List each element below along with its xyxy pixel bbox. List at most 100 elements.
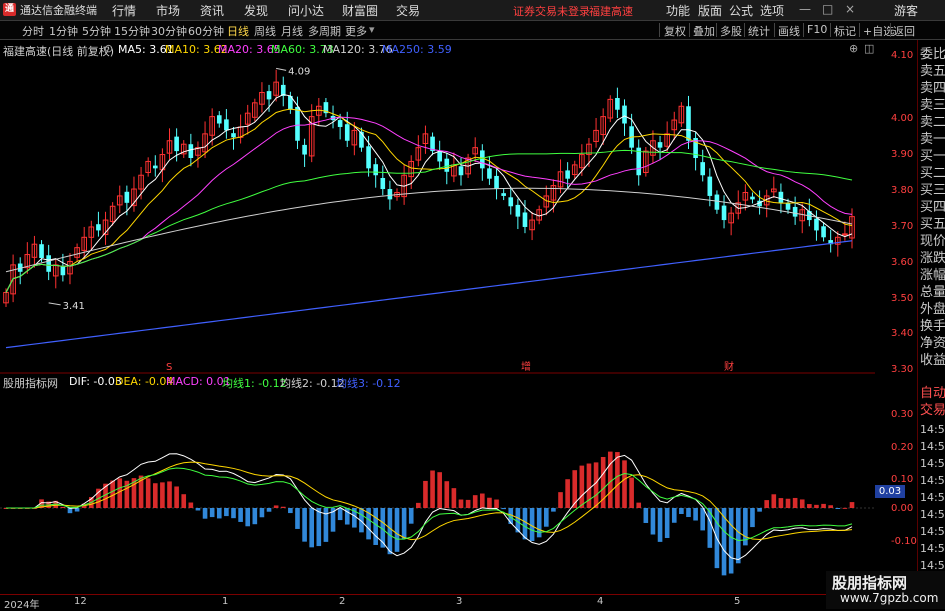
zoom-icon[interactable]: ⊕ xyxy=(849,42,858,55)
tf-weekly[interactable]: 周线 xyxy=(254,23,276,39)
tf-30min[interactable]: 30分钟 xyxy=(151,23,187,39)
tf-5min[interactable]: 5分钟 xyxy=(82,23,111,39)
guest-label[interactable]: 游客 xyxy=(894,2,918,19)
macd-bar xyxy=(266,508,272,512)
macd-bar xyxy=(629,477,634,508)
toolbar-divider xyxy=(830,23,831,37)
tf-daily[interactable]: 日线 xyxy=(227,23,249,39)
menu-news[interactable]: 资讯 xyxy=(200,2,224,19)
price-tick: 3.80 xyxy=(891,185,914,196)
macd-bar xyxy=(224,508,229,517)
menu-options[interactable]: 选项 xyxy=(760,2,784,19)
close-button[interactable]: × xyxy=(845,2,855,16)
panel-label: 现价 xyxy=(920,234,945,249)
macd-bar xyxy=(437,472,442,508)
adjust-button[interactable]: 复权 xyxy=(664,23,686,39)
menu-function[interactable]: 功能 xyxy=(666,2,690,19)
time-label: 14:56 xyxy=(920,542,945,555)
candle-body xyxy=(216,115,222,124)
stats-button[interactable]: 统计 xyxy=(748,23,770,39)
candle-body xyxy=(494,175,499,190)
macd-bar xyxy=(636,502,642,508)
menu-formula[interactable]: 公式 xyxy=(729,2,753,19)
mark-button[interactable]: 标记 xyxy=(834,23,856,39)
macd-bar xyxy=(643,508,649,523)
macd-bar xyxy=(494,499,499,508)
toolbar-divider xyxy=(744,23,745,37)
toolbar-divider xyxy=(689,23,690,37)
tf-more[interactable]: 更多 xyxy=(345,23,367,39)
time-label: 14:56 xyxy=(920,508,945,521)
macd-bar xyxy=(373,508,378,545)
macd-bar xyxy=(536,508,542,538)
tf-multi[interactable]: 多周期 xyxy=(308,23,341,39)
price-chart[interactable]: 4.09 3.41 S 增 财 xyxy=(0,40,875,592)
candle-body xyxy=(46,255,51,272)
chevron-down-icon[interactable]: ▾ xyxy=(369,23,375,36)
draw-line-button[interactable]: 画线 xyxy=(778,23,800,39)
macd-bar xyxy=(657,508,663,542)
tf-15min[interactable]: 15分钟 xyxy=(114,23,150,39)
tf-60min[interactable]: 60分钟 xyxy=(188,23,224,39)
login-warning[interactable]: 证券交易未登录 xyxy=(513,3,590,19)
menu-market[interactable]: 行情 xyxy=(112,2,136,19)
macd-bar xyxy=(735,508,741,564)
macd-bar xyxy=(750,508,755,528)
price-tick: 3.60 xyxy=(891,257,914,268)
date-tick: 2 xyxy=(339,596,346,607)
date-tick: 1 xyxy=(222,596,229,607)
settings-icon[interactable]: ⊙ xyxy=(104,42,113,55)
macd-bar xyxy=(480,493,485,508)
candle-body xyxy=(821,226,826,238)
menu-ask[interactable]: 问小达 xyxy=(288,2,324,19)
time-label: 14:56 xyxy=(920,525,945,538)
panel-label: 卖二 xyxy=(920,115,945,130)
maximize-button[interactable]: □ xyxy=(822,2,833,16)
auto-trade-label[interactable]: 交易 xyxy=(920,402,945,419)
macd-bar xyxy=(302,508,307,542)
f10-button[interactable]: F10 xyxy=(807,23,827,36)
macd-bar xyxy=(444,481,450,508)
minimize-button[interactable]: — xyxy=(799,2,811,16)
candle-body xyxy=(714,194,720,210)
event-marker: 财 xyxy=(724,360,734,373)
menu-discover[interactable]: 发现 xyxy=(244,2,268,19)
back-button[interactable]: 返回 xyxy=(893,23,915,39)
multi-stock-button[interactable]: 多股 xyxy=(720,23,742,39)
macd-bar xyxy=(160,482,165,508)
menu-layout[interactable]: 版面 xyxy=(698,2,722,19)
price-tick: 3.30 xyxy=(891,364,914,375)
macd-bar xyxy=(401,508,407,539)
panel-label: 卖四 xyxy=(920,81,945,96)
time-label: 14:56 xyxy=(920,491,945,504)
candle-body xyxy=(501,193,506,196)
stock-name-tag[interactable]: 福建高速 xyxy=(589,3,633,19)
low-pointer xyxy=(48,302,61,306)
menu-trade[interactable]: 交易 xyxy=(396,2,420,19)
overlay-button[interactable]: 叠加 xyxy=(693,23,715,39)
watermark-url: www.7gpzb.com xyxy=(840,591,939,605)
markers-layer: 4.09 3.41 S 增 财 xyxy=(48,66,734,373)
macd-bar xyxy=(771,494,777,508)
expand-icon[interactable]: ◫ xyxy=(864,42,874,55)
menu-exchange[interactable]: 市场 xyxy=(156,2,180,19)
tf-monthly[interactable]: 月线 xyxy=(281,23,303,39)
candle-body xyxy=(565,170,570,179)
menu-wealth[interactable]: 财富圈 xyxy=(342,2,378,19)
panel-label: 外盘 xyxy=(920,302,945,317)
macd-bar xyxy=(451,488,457,508)
tf-intraday[interactable]: 分时 xyxy=(22,23,44,39)
macd-bar xyxy=(465,499,471,508)
candle-body xyxy=(444,158,450,172)
macd-bar xyxy=(408,508,414,524)
auto-trade-label[interactable]: 自动 xyxy=(920,385,945,402)
macd-bar xyxy=(671,508,677,523)
candle-body xyxy=(373,164,378,176)
macd-bar xyxy=(152,483,158,508)
macd-bar xyxy=(231,508,236,519)
macd-bar xyxy=(558,492,563,508)
date-tick: 5 xyxy=(734,596,741,607)
macd-bar xyxy=(778,498,784,508)
tf-1min[interactable]: 1分钟 xyxy=(49,23,78,39)
macd-bar xyxy=(195,508,201,511)
